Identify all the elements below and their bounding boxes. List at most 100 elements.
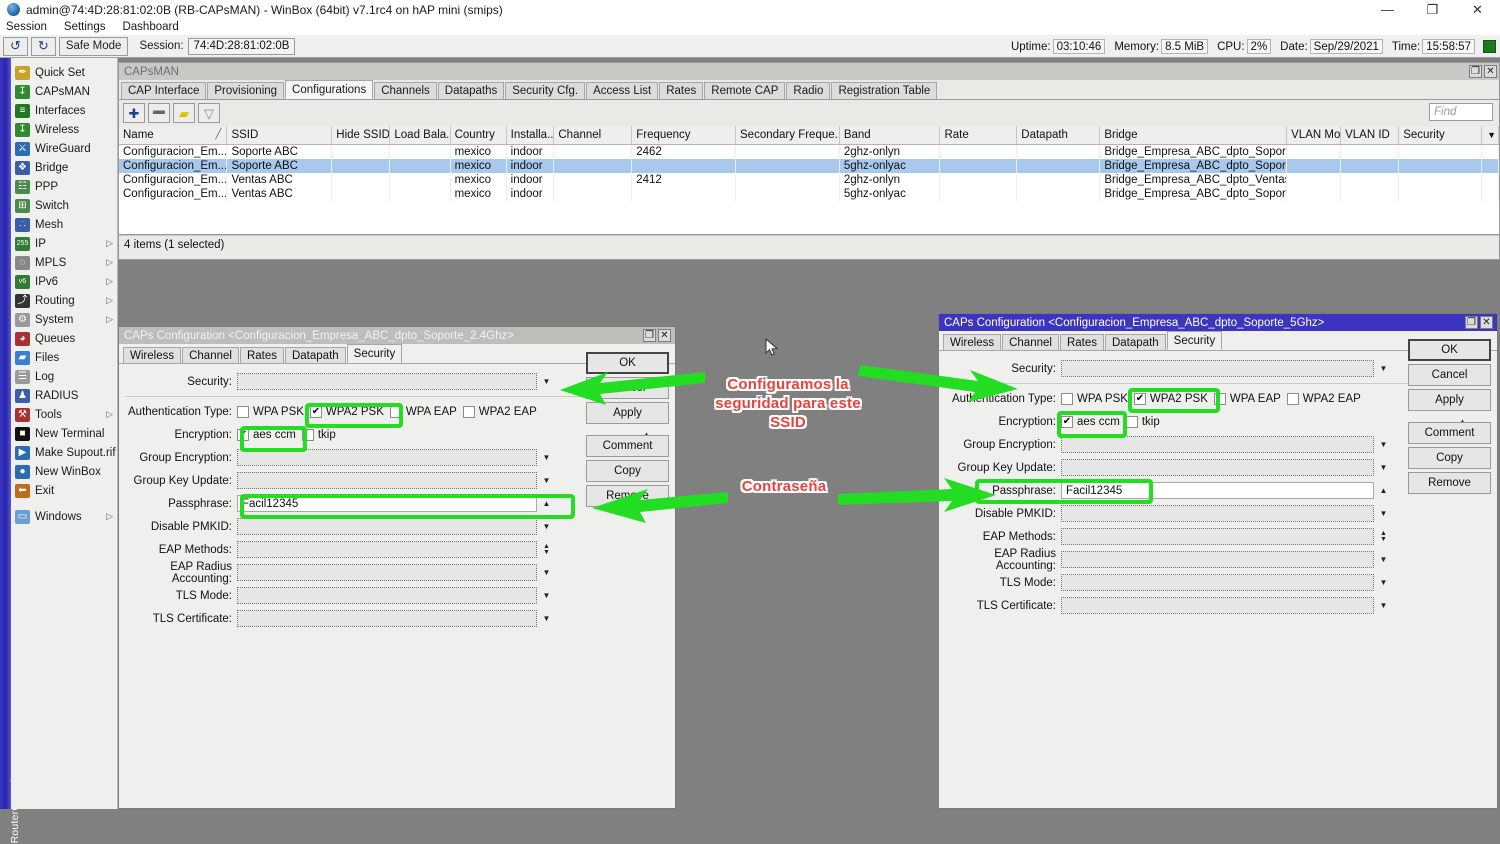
sidebar-item-tools[interactable]: ⚒Tools▷	[11, 405, 117, 424]
column-chooser-button[interactable]: ▼	[1482, 126, 1499, 144]
menu-item-settings[interactable]: Settings	[64, 21, 106, 33]
auth-option-wpa2-psk[interactable]: ✔WPA2 PSK	[310, 406, 384, 418]
sidebar-item-make-supout-rif[interactable]: ▶Make Supout.rif	[11, 443, 117, 462]
passphrase-input[interactable]: Facil12345	[237, 495, 537, 512]
dialog-left-tab-wireless[interactable]: Wireless	[123, 347, 181, 363]
sidebar-item-capsman[interactable]: ↧CAPsMAN	[11, 82, 117, 101]
table-header-country[interactable]: Country	[450, 126, 506, 144]
disable-pmkid-input[interactable]	[237, 518, 537, 535]
sidebar-item-bridge[interactable]: ❖Bridge	[11, 158, 117, 177]
dialog-left-tab-channel[interactable]: Channel	[182, 347, 239, 363]
remove-icon[interactable]: ➖	[148, 103, 170, 123]
capsman-tab-rates[interactable]: Rates	[659, 82, 703, 99]
dialog-right-restore-button[interactable]: ❐	[1465, 316, 1478, 329]
dialog-left-tab-security[interactable]: Security	[347, 344, 403, 363]
table-row[interactable]: Configuracion_Em...Ventas ABCmexicoindoo…	[119, 173, 1499, 187]
table-header-datapath[interactable]: Datapath	[1017, 126, 1100, 144]
tls-certificate-input[interactable]	[1061, 597, 1374, 614]
dialog-left-tab-rates[interactable]: Rates	[240, 347, 284, 363]
auth-option-wpa-eap[interactable]: WPA EAP	[390, 406, 457, 418]
capsman-close-button[interactable]: ✕	[1484, 65, 1497, 78]
table-header-frequency[interactable]: Frequency	[632, 126, 736, 144]
table-row[interactable]: Configuracion_Em...Soporte ABCmexicoindo…	[119, 144, 1499, 159]
auth-option-wpa2-psk[interactable]: ✔WPA2 PSK	[1134, 393, 1208, 405]
security-dropdown-arrow[interactable]: ▼	[540, 373, 553, 390]
capsman-tab-registration-table[interactable]: Registration Table	[831, 82, 937, 99]
enable-icon[interactable]: ▰	[173, 103, 195, 123]
tls-certificate-arrow[interactable]: ▼	[1377, 597, 1390, 614]
add-icon[interactable]: ✚	[123, 103, 145, 123]
safe-mode-button[interactable]: Safe Mode	[59, 37, 129, 56]
find-input[interactable]: Find	[1429, 103, 1493, 121]
table-header-load-bala-[interactable]: Load Bala...	[390, 126, 450, 144]
tls-mode-arrow[interactable]: ▼	[1377, 574, 1390, 591]
dialog-left-comment-button[interactable]: Comment	[586, 435, 669, 457]
security-input[interactable]	[1061, 360, 1374, 377]
table-header-bridge[interactable]: Bridge	[1100, 126, 1287, 144]
sidebar-item-wireless[interactable]: ↧Wireless	[11, 120, 117, 139]
passphrase-arrow[interactable]: ▲	[540, 495, 553, 512]
security-input[interactable]	[237, 373, 537, 390]
dialog-right-tab-wireless[interactable]: Wireless	[943, 334, 1001, 350]
capsman-tab-security-cfg-[interactable]: Security Cfg.	[505, 82, 585, 99]
dialog-left-cancel-button[interactable]: Cancel	[586, 377, 669, 399]
close-button[interactable]: ✕	[1455, 0, 1500, 19]
security-dropdown-arrow[interactable]: ▼	[1377, 360, 1390, 377]
group-encryption-input[interactable]	[1061, 436, 1374, 453]
tls-mode-arrow[interactable]: ▼	[540, 587, 553, 604]
capsman-tab-provisioning[interactable]: Provisioning	[207, 82, 284, 99]
table-header-band[interactable]: Band	[839, 126, 940, 144]
table-header-security[interactable]: Security	[1399, 126, 1482, 144]
dialog-right-comment-button[interactable]: Comment	[1408, 422, 1491, 444]
tls-mode-input[interactable]	[1061, 574, 1374, 591]
dialog-right-ok-button[interactable]: OK	[1408, 339, 1491, 361]
dialog-right-close-button[interactable]: ✕	[1480, 316, 1493, 329]
encryption-option-aes-ccm[interactable]: ✔aes ccm	[237, 429, 296, 441]
tls-mode-input[interactable]	[237, 587, 537, 604]
capsman-tab-access-list[interactable]: Access List	[586, 82, 658, 99]
dialog-right-tab-datapath[interactable]: Datapath	[1105, 334, 1166, 350]
group-key-update-arrow[interactable]: ▼	[1377, 459, 1390, 476]
table-header-name[interactable]: Name╱	[119, 126, 227, 144]
sidebar-item-routing[interactable]: ⤴Routing▷	[11, 291, 117, 310]
dialog-left-close-button[interactable]: ✕	[658, 329, 671, 342]
passphrase-input[interactable]: Facil12345	[1061, 482, 1374, 499]
sidebar-item-ppp[interactable]: ☷PPP	[11, 177, 117, 196]
sidebar-item-windows[interactable]: ▭Windows▷	[11, 507, 117, 526]
group-encryption-arrow[interactable]: ▼	[540, 449, 553, 466]
dialog-left-ok-button[interactable]: OK	[586, 352, 669, 374]
sidebar-item-ip[interactable]: 255IP▷	[11, 234, 117, 253]
group-key-update-arrow[interactable]: ▼	[540, 472, 553, 489]
eap-radius-accounting-input[interactable]	[237, 564, 537, 581]
dialog-right-tab-security[interactable]: Security	[1167, 331, 1223, 350]
tls-certificate-input[interactable]	[237, 610, 537, 627]
encryption-option-tkip[interactable]: tkip	[1126, 416, 1160, 428]
eap-radius-accounting-input[interactable]	[1061, 551, 1374, 568]
configurations-table-wrapper[interactable]: Name╱SSIDHide SSIDLoad Bala...CountryIns…	[119, 126, 1499, 235]
capsman-tab-cap-interface[interactable]: CAP Interface	[121, 82, 206, 99]
filter-icon[interactable]: ▽	[198, 103, 220, 123]
passphrase-arrow[interactable]: ▲	[1377, 482, 1390, 499]
sidebar-item-exit[interactable]: ⬅Exit	[11, 481, 117, 500]
group-encryption-input[interactable]	[237, 449, 537, 466]
sidebar-item-ipv6[interactable]: v6IPv6▷	[11, 272, 117, 291]
maximize-button[interactable]: ❐	[1410, 0, 1455, 19]
group-encryption-arrow[interactable]: ▼	[1377, 436, 1390, 453]
eap-radius-accounting-arrow[interactable]: ▼	[540, 564, 553, 581]
minimize-button[interactable]: —	[1365, 0, 1410, 19]
tls-certificate-arrow[interactable]: ▼	[540, 610, 553, 627]
capsman-tab-channels[interactable]: Channels	[374, 82, 437, 99]
sidebar-item-mpls[interactable]: ◌MPLS▷	[11, 253, 117, 272]
auth-option-wpa-psk[interactable]: WPA PSK	[1061, 393, 1128, 405]
undo-icon[interactable]: ↺	[3, 37, 28, 56]
sidebar-item-system[interactable]: ⚙System▷	[11, 310, 117, 329]
table-header-ssid[interactable]: SSID	[227, 126, 332, 144]
dialog-left-restore-button[interactable]: ❐	[643, 329, 656, 342]
dialog-left-apply-button[interactable]: Apply	[586, 402, 669, 424]
session-value[interactable]: 74:4D:28:81:02:0B	[188, 38, 296, 55]
auth-option-wpa2-eap[interactable]: WPA2 EAP	[463, 406, 537, 418]
sidebar-item-files[interactable]: ▰Files	[11, 348, 117, 367]
sidebar-item-mesh[interactable]: ∴Mesh	[11, 215, 117, 234]
dialog-right-cancel-button[interactable]: Cancel	[1408, 364, 1491, 386]
sidebar-item-quick-set[interactable]: ✒Quick Set	[11, 63, 117, 82]
